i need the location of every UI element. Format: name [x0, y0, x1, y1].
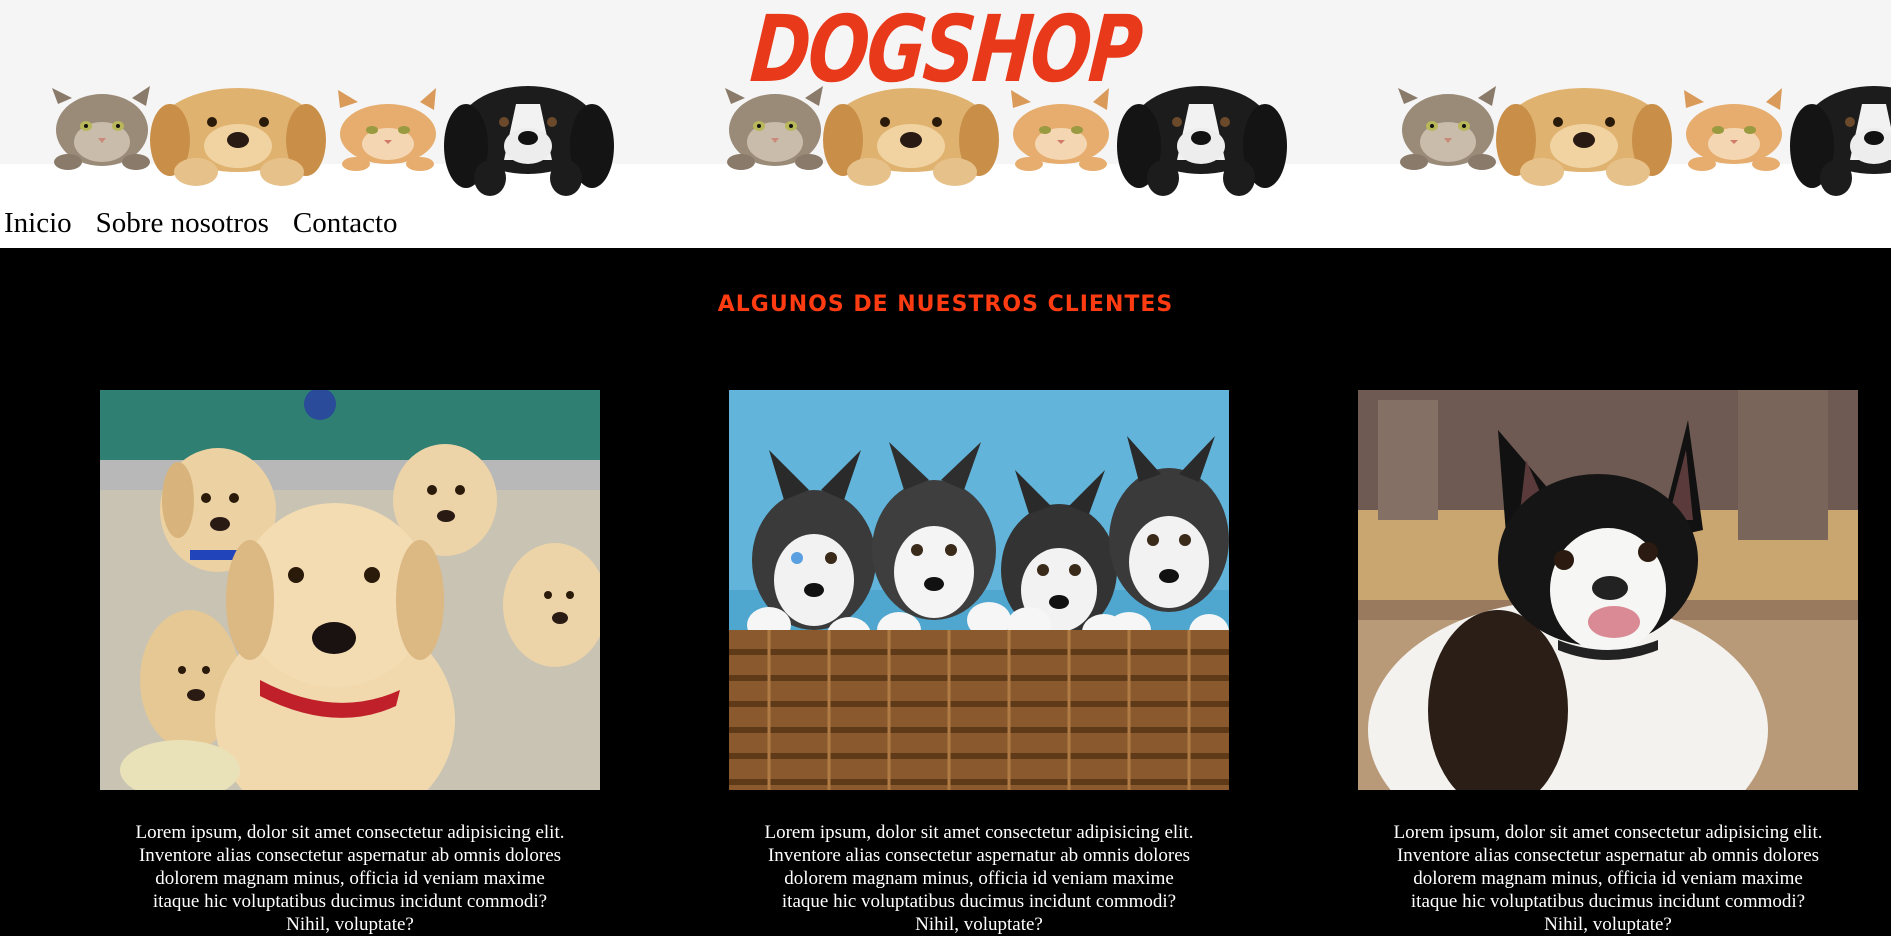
site-header: DOGSHOP Inicio Sobre nosotros Contacto: [0, 0, 1891, 248]
labrador-puppies-photo: [100, 390, 600, 790]
section-title: ALGUNOS DE NUESTROS CLIENTES: [717, 292, 1174, 317]
card-description: Lorem ipsum, dolor sit amet consectetur …: [135, 822, 565, 935]
client-card: Lorem ipsum, dolor sit amet consectetur …: [729, 390, 1229, 936]
clients-section: ALGUNOS DE NUESTROS CLIENTES Lorem ipsum…: [0, 248, 1891, 935]
card-description: Lorem ipsum, dolor sit amet consectetur …: [764, 822, 1194, 935]
card-description: Lorem ipsum, dolor sit amet consectetur …: [1393, 822, 1823, 935]
nav-link-inicio[interactable]: Inicio: [4, 200, 72, 246]
french-bulldog-photo: [1358, 390, 1858, 790]
pets-banner-image: [52, 86, 1891, 196]
husky-puppies-basket-photo: [729, 390, 1229, 790]
nav-link-contacto[interactable]: Contacto: [293, 200, 398, 246]
site-logo[interactable]: DOGSHOP: [204, 0, 1687, 103]
client-card: Lorem ipsum, dolor sit amet consectetur …: [1358, 390, 1858, 936]
main-nav: Inicio Sobre nosotros Contacto: [4, 200, 422, 246]
client-card: Lorem ipsum, dolor sit amet consectetur …: [100, 390, 600, 936]
nav-link-sobre-nosotros[interactable]: Sobre nosotros: [96, 200, 269, 246]
